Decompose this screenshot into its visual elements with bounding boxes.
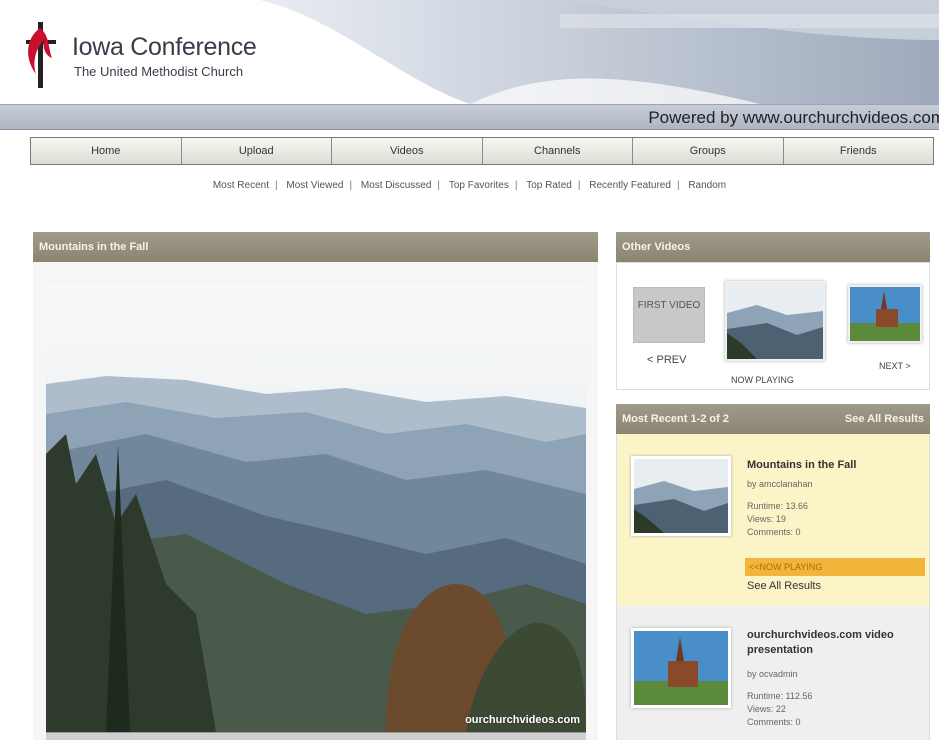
see-all-results-link[interactable]: See All Results	[845, 413, 924, 425]
powered-by-bar: Powered by www.ourchurchvideos.com	[0, 104, 939, 130]
video-controls-bar[interactable]	[46, 732, 586, 740]
nav-friends[interactable]: Friends	[784, 138, 934, 164]
organization-title: Iowa Conference	[72, 33, 257, 61]
video-author: by ocvadmin	[747, 669, 798, 679]
filter-top-favorites[interactable]: Top Favorites	[445, 180, 513, 191]
video-comments: Comments: 0	[747, 717, 801, 727]
nav-home[interactable]: Home	[31, 138, 182, 164]
list-item[interactable]: ourchurchvideos.com video presentation b…	[616, 606, 930, 740]
church-thumbnail-image	[850, 287, 920, 341]
site-header: Iowa Conference The United Methodist Chu…	[0, 0, 939, 104]
video-title-header: Mountains in the Fall	[33, 232, 598, 262]
video-filter-nav: Most Recent | Most Viewed | Most Discussed…	[0, 180, 939, 191]
separator: |	[676, 180, 680, 191]
video-title-link[interactable]: Mountains in the Fall	[747, 458, 922, 473]
video-watermark: ourchurchvideos.com	[465, 714, 580, 726]
video-player[interactable]: ourchurchvideos.com	[46, 284, 586, 732]
filter-most-viewed[interactable]: Most Viewed	[282, 180, 347, 191]
video-runtime: Runtime: 13.66	[747, 501, 809, 511]
video-runtime: Runtime: 112.56	[747, 691, 813, 701]
nav-channels[interactable]: Channels	[483, 138, 633, 164]
filter-most-recent[interactable]: Most Recent	[209, 180, 273, 191]
most-recent-title: Most Recent 1-2 of 2	[622, 413, 729, 425]
video-thumbnail[interactable]	[631, 628, 731, 708]
video-frame-mountains	[46, 284, 586, 732]
separator: |	[514, 180, 518, 191]
powered-by-link[interactable]: Powered by www.ourchurchvideos.com	[648, 108, 939, 128]
video-views: Views: 22	[747, 704, 786, 714]
video-thumbnail[interactable]	[631, 456, 731, 536]
mountain-thumbnail-image	[727, 283, 823, 359]
prev-video-link[interactable]: < PREV	[647, 354, 686, 366]
video-comments: Comments: 0	[747, 527, 801, 537]
mountain-thumbnail-image	[634, 459, 728, 533]
video-views: Views: 19	[747, 514, 786, 524]
nav-groups[interactable]: Groups	[633, 138, 784, 164]
other-videos-panel: FIRST VIDEO < PREV NOW PLAYING NEXT >	[616, 262, 930, 390]
first-video-placeholder: FIRST VIDEO	[633, 287, 705, 343]
organization-subtitle: The United Methodist Church	[74, 64, 244, 79]
video-author: by amcclanahan	[747, 479, 813, 489]
cross-and-flame-logo-icon	[26, 22, 56, 88]
filter-recently-featured[interactable]: Recently Featured	[585, 180, 675, 191]
other-videos-header: Other Videos	[616, 232, 930, 262]
now-playing-badge: <<NOW PLAYING	[745, 558, 925, 576]
separator: |	[274, 180, 278, 191]
filter-most-discussed[interactable]: Most Discussed	[357, 180, 436, 191]
video-title-link[interactable]: ourchurchvideos.com video presentation	[747, 628, 922, 658]
list-item[interactable]: Mountains in the Fall by amcclanahan Run…	[616, 434, 930, 606]
next-video-thumbnail[interactable]	[848, 285, 922, 343]
filter-random[interactable]: Random	[684, 180, 730, 191]
separator: |	[349, 180, 353, 191]
nav-videos[interactable]: Videos	[332, 138, 483, 164]
most-recent-header: Most Recent 1-2 of 2 See All Results	[616, 404, 930, 434]
separator: |	[577, 180, 581, 191]
main-nav: Home Upload Videos Channels Groups Frien…	[30, 137, 934, 165]
filter-top-rated[interactable]: Top Rated	[522, 180, 576, 191]
separator: |	[437, 180, 441, 191]
church-thumbnail-image	[634, 631, 728, 705]
nav-upload[interactable]: Upload	[182, 138, 332, 164]
next-video-link[interactable]: NEXT >	[879, 361, 911, 371]
now-playing-label: NOW PLAYING	[731, 375, 794, 385]
see-all-results-link[interactable]: See All Results	[747, 580, 821, 592]
now-playing-thumbnail[interactable]	[725, 281, 825, 361]
